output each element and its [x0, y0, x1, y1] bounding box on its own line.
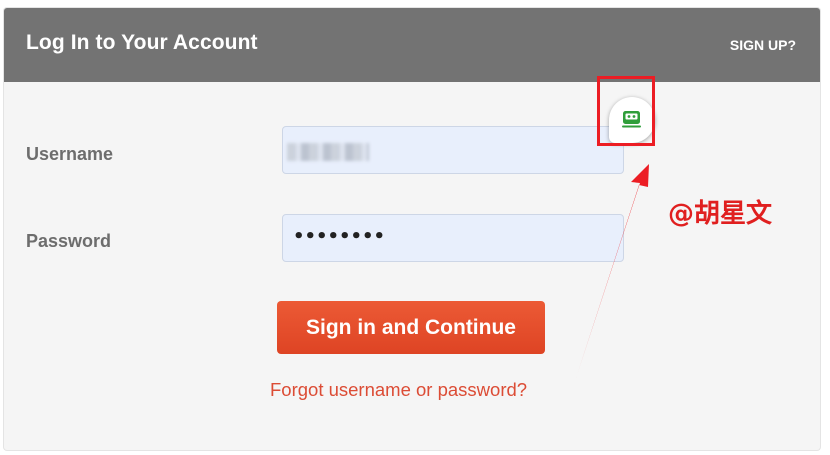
username-label: Username	[26, 144, 114, 164]
watermark-text: @胡星文	[668, 199, 773, 229]
password-mask: ••••••••	[293, 226, 386, 247]
page-title: Log In to Your Account	[26, 31, 258, 54]
forgot-credentials-link[interactable]: Forgot username or password?	[270, 379, 527, 401]
card-header: Log In to Your Account SIGN UP?	[4, 8, 820, 82]
password-label: Password	[26, 231, 112, 251]
username-field[interactable]	[282, 126, 624, 174]
sign-in-button[interactable]: Sign in and Continue	[277, 301, 545, 354]
annotation-highlight-box	[597, 76, 655, 146]
signup-link[interactable]: SIGN UP?	[730, 37, 796, 53]
password-field[interactable]: ••••••••	[282, 214, 624, 262]
username-value-redacted	[287, 143, 369, 161]
